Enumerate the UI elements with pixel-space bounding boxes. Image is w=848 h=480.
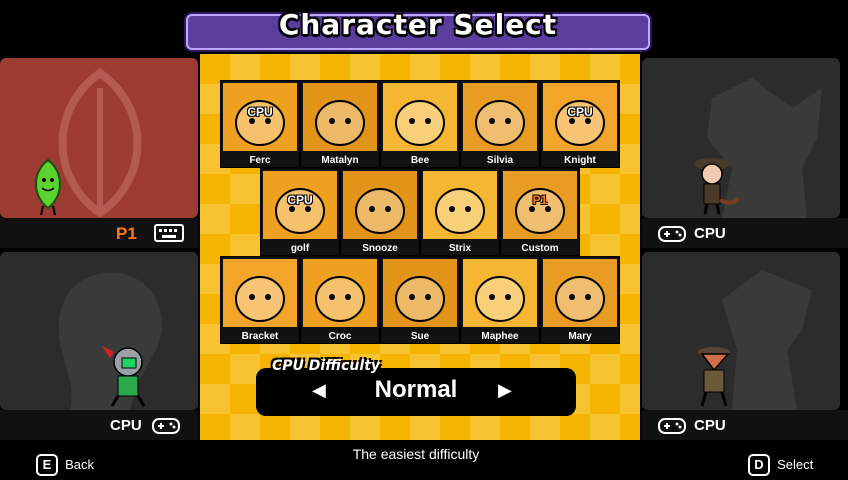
character-portrait <box>463 259 537 327</box>
character-card-custom[interactable]: P1 Custom <box>500 168 580 256</box>
player-slot-label: P1 <box>116 224 137 243</box>
character-name: Snooze <box>362 243 398 254</box>
character-name: Bracket <box>241 331 279 342</box>
character-card-golf[interactable]: CPU golf <box>260 168 340 256</box>
character-portrait <box>383 259 457 327</box>
slot-tag: CPU <box>287 193 313 207</box>
slot-tag: P1 <box>532 193 548 207</box>
character-portrait <box>223 259 297 327</box>
character-face-icon <box>315 100 365 146</box>
character-face-icon <box>395 276 445 322</box>
character-card-croc[interactable]: Croc <box>300 256 380 344</box>
character-name: Matalyn <box>321 155 359 166</box>
character-portrait <box>463 83 537 151</box>
leafy-character <box>35 158 61 216</box>
player-footer-top-right: CPU <box>642 218 848 248</box>
character-card-knight[interactable]: CPU Knight <box>540 80 620 168</box>
rogue-character <box>694 158 740 215</box>
player-footer-bottom-left: CPU <box>0 410 198 440</box>
character-name: Sue <box>410 331 430 342</box>
character-name: Knight <box>564 155 596 166</box>
character-card-snooze[interactable]: Snooze <box>340 168 420 256</box>
player-panel-bottom-left[interactable] <box>0 252 198 410</box>
difficulty-next-arrow-icon[interactable]: ▶ <box>498 380 512 401</box>
player-footer-bottom-right: CPU <box>642 410 848 440</box>
player-slot-label: CPU <box>694 225 726 242</box>
knight-character <box>102 346 146 407</box>
slot-tag: CPU <box>247 105 273 119</box>
player-panel-top-right[interactable] <box>642 58 840 218</box>
character-name: Croc <box>328 331 352 342</box>
character-card-ferc[interactable]: CPU Ferc <box>220 80 300 168</box>
gamepad-icon <box>152 418 180 434</box>
character-face-icon <box>475 100 525 146</box>
player-slot-label: CPU <box>694 417 726 434</box>
character-face-icon <box>555 276 605 322</box>
character-card-bee[interactable]: Bee <box>380 80 460 168</box>
keyboard-icon <box>154 224 184 242</box>
character-name: Bee <box>410 155 430 166</box>
character-name: golf <box>290 243 310 254</box>
character-card-mary[interactable]: Mary <box>540 256 620 344</box>
character-face-icon <box>435 188 485 234</box>
e-key-icon: E <box>36 454 58 476</box>
character-name: Custom <box>521 243 559 254</box>
select-label: Select <box>777 457 814 472</box>
character-card-sue[interactable]: Sue <box>380 256 460 344</box>
page-title: Character Select <box>278 8 558 41</box>
character-card-silvia[interactable]: Silvia <box>460 80 540 168</box>
character-portrait <box>383 83 457 151</box>
gamepad-icon <box>658 226 686 242</box>
character-card-strix[interactable]: Strix <box>420 168 500 256</box>
player-panel-bottom-right[interactable] <box>642 252 840 410</box>
character-card-matalyn[interactable]: Matalyn <box>300 80 380 168</box>
character-name: Maphee <box>481 331 519 342</box>
character-card-bracket[interactable]: Bracket <box>220 256 300 344</box>
character-face-icon <box>355 188 405 234</box>
character-name: Silvia <box>486 155 514 166</box>
difficulty-label: CPU Difficulty <box>272 358 381 374</box>
fox-character <box>698 347 730 407</box>
player-slot-label: CPU <box>110 417 142 434</box>
back-button[interactable]: E Back <box>36 454 94 476</box>
player-panel-top-left[interactable] <box>0 58 198 218</box>
slot-tag: CPU <box>567 105 593 119</box>
character-portrait <box>303 259 377 327</box>
gamepad-icon <box>658 418 686 434</box>
character-portrait <box>303 83 377 151</box>
player-footer-top-left: P1 <box>0 218 198 248</box>
character-name: Strix <box>448 243 472 254</box>
character-face-icon <box>235 276 285 322</box>
character-face-icon <box>315 276 365 322</box>
character-portrait <box>543 259 617 327</box>
difficulty-description: The easiest difficulty <box>352 446 480 462</box>
select-button[interactable]: D Select <box>748 454 813 476</box>
character-portrait <box>423 171 497 239</box>
back-label: Back <box>65 457 94 472</box>
difficulty-value: Normal <box>374 376 458 403</box>
character-face-icon <box>475 276 525 322</box>
d-key-icon: D <box>748 454 770 476</box>
character-face-icon <box>395 100 445 146</box>
character-portrait <box>343 171 417 239</box>
character-card-maphee[interactable]: Maphee <box>460 256 540 344</box>
character-name: Ferc <box>249 155 271 166</box>
character-name: Mary <box>568 331 592 342</box>
